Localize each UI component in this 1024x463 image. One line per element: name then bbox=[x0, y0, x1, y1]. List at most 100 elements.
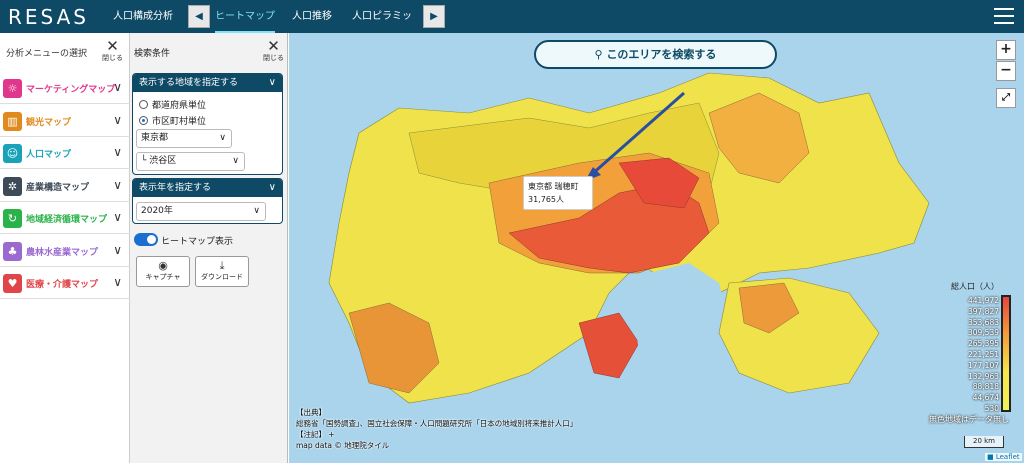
heatmap-map[interactable]: ⚲ このエリアを検索する + − ⤢ 東京都 瑞穂町 31,765人 総人口（人… bbox=[289, 33, 1024, 463]
chevron-down-icon: ∨ bbox=[113, 177, 122, 192]
attribution-line: 【出典】 bbox=[296, 408, 326, 417]
year-select-value: 2020年 bbox=[141, 206, 173, 216]
region-header-label: 表示する地域を指定する bbox=[139, 78, 239, 88]
search-conditions-panel: 検索条件 ✕ 閉じる 表示する地域を指定する ∨ 都道府県単位 市区町村単位 東… bbox=[130, 33, 288, 463]
search-conditions-title: 検索条件 bbox=[134, 49, 171, 59]
chevron-right-icon[interactable]: ▶ bbox=[423, 5, 445, 28]
search-this-area-button[interactable]: ⚲ このエリアを検索する bbox=[534, 40, 777, 69]
lightbulb-icon: ☼ bbox=[3, 79, 22, 98]
close-icon: ✕ bbox=[106, 37, 119, 55]
camera-icon: ◉ bbox=[158, 259, 168, 272]
search-this-area-label: このエリアを検索する bbox=[606, 48, 717, 61]
year-header-label: 表示年を指定する bbox=[139, 183, 212, 193]
legend-value: 132,963 bbox=[967, 371, 999, 381]
legend-value: 353,683 bbox=[967, 317, 999, 327]
radio-prefecture-unit[interactable]: 都道府県単位 bbox=[139, 98, 206, 111]
zoom-in-button[interactable]: + bbox=[996, 40, 1016, 60]
attribution-line: 【注記】 + bbox=[296, 430, 335, 439]
chevron-down-icon: ∨ bbox=[113, 80, 122, 94]
chevron-down-icon: ∨ bbox=[113, 145, 122, 159]
legend-value: 88,818 bbox=[972, 382, 999, 392]
radio-municipality-unit[interactable]: 市区町村単位 bbox=[139, 114, 206, 127]
legend-value: 441,972 bbox=[967, 296, 999, 305]
close-analysis-menu-button[interactable]: ✕ 閉じる bbox=[102, 39, 123, 63]
tab-population-pyramid[interactable]: 人口ピラミッド bbox=[349, 0, 415, 55]
close-icon: ✕ bbox=[267, 37, 280, 55]
chevron-down-icon: ∨ bbox=[113, 275, 122, 289]
region-header[interactable]: 表示する地域を指定する ∨ bbox=[133, 74, 282, 92]
hamburger-menu-icon[interactable] bbox=[994, 8, 1014, 25]
download-label: ダウンロード bbox=[201, 273, 243, 281]
chevron-down-icon: ∨ bbox=[268, 77, 276, 88]
chevron-down-icon: ∨ bbox=[232, 156, 239, 166]
map-canvas bbox=[328, 72, 930, 404]
menu-item-label: 農林水産業マップ bbox=[26, 247, 99, 258]
attribution-line: map data © 地理院タイル bbox=[296, 441, 390, 450]
menu-item-0[interactable]: ☼ マーケティングマップ ∨ bbox=[0, 72, 130, 104]
legend-color-bar bbox=[1001, 295, 1011, 412]
map-attribution: 【出典】総務省「国勢調査」、国立社会保障・人口問題研究所「日本の地域別将来推計人… bbox=[296, 407, 577, 451]
top-navigation-bar: RESAS 人口構成分析 ◀ ヒートマップ 人口推移 人口ピラミッド ▶ bbox=[0, 0, 1024, 55]
heatmap-toggle-label: ヒートマップ表示 bbox=[161, 237, 234, 247]
radio-municipality-label: 市区町村単位 bbox=[152, 117, 207, 127]
close-search-panel-button[interactable]: ✕ 閉じる bbox=[263, 39, 284, 63]
leaflet-link[interactable]: ■ Leaflet bbox=[985, 453, 1022, 461]
map-scale: 20 km bbox=[964, 436, 1004, 448]
chevron-down-icon: ∨ bbox=[113, 112, 122, 127]
chevron-down-icon: ∨ bbox=[113, 210, 122, 224]
tooltip-population: 31,765人 bbox=[528, 195, 564, 204]
people-icon: ☺ bbox=[3, 144, 22, 163]
tab-heatmap[interactable]: ヒートマップ bbox=[215, 0, 275, 33]
municipality-select[interactable]: └ 渋谷区 ∨ bbox=[136, 152, 245, 171]
menu-item-label: 産業構造マップ bbox=[26, 182, 90, 193]
legend-note: 無色地域はデータ無し bbox=[929, 415, 1009, 424]
legend-title: 総人口（人） bbox=[951, 282, 999, 291]
menu-item-label: 人口マップ bbox=[26, 150, 72, 160]
year-header[interactable]: 表示年を指定する ∨ bbox=[133, 179, 282, 197]
legend-value: 221,251 bbox=[967, 349, 999, 359]
chevron-down-icon: ∨ bbox=[219, 133, 226, 143]
chevron-down-icon: ∨ bbox=[268, 182, 276, 193]
year-select[interactable]: 2020年 ∨ bbox=[136, 202, 266, 221]
menu-item-1[interactable]: ▥ 観光マップ ∨ bbox=[0, 105, 130, 137]
gears-icon: ✲ bbox=[3, 176, 22, 196]
download-button[interactable]: ⤓ ダウンロード bbox=[195, 256, 249, 287]
close-label: 閉じる bbox=[263, 54, 284, 62]
tab-population-trend[interactable]: 人口推移 bbox=[285, 0, 339, 33]
menu-item-6[interactable]: ♥ 医療・介護マップ ∨ bbox=[0, 267, 130, 299]
menu-item-label: 医療・介護マップ bbox=[26, 280, 99, 290]
menu-item-2[interactable]: ☺ 人口マップ ∨ bbox=[0, 137, 130, 169]
year-selection-box: 表示年を指定する ∨ 2020年 ∨ bbox=[132, 178, 283, 224]
menu-item-3[interactable]: ✲ 産業構造マップ ∨ bbox=[0, 170, 130, 202]
legend-value: 397,827 bbox=[967, 306, 999, 316]
analysis-menu-sidebar: 分析メニューの選択 ✕ 閉じる ☼ マーケティングマップ ∨ ▥ 観光マップ ∨ ☺ 人口マッ… bbox=[0, 33, 130, 463]
prefecture-select-value: 東京都 bbox=[141, 133, 169, 143]
menu-item-4[interactable]: ↻ 地域経済循環マップ ∨ bbox=[0, 202, 130, 234]
fullscreen-icon[interactable]: ⤢ bbox=[996, 88, 1016, 108]
chevron-left-icon[interactable]: ◀ bbox=[188, 5, 210, 28]
menu-item-5[interactable]: ♣ 農林水産業マップ ∨ bbox=[0, 235, 130, 267]
tab-population-composition[interactable]: 人口構成分析 bbox=[110, 0, 176, 33]
prefecture-select[interactable]: 東京都 ∨ bbox=[136, 129, 232, 148]
legend-value: 44,674 bbox=[972, 393, 999, 403]
attribution-line: 総務省「国勢調査」、国立社会保障・人口問題研究所「日本の地域別将来推計人口」 bbox=[296, 419, 578, 428]
close-label: 閉じる bbox=[102, 54, 123, 62]
menu-item-label: 地域経済循環マップ bbox=[26, 215, 108, 225]
zoom-out-button[interactable]: − bbox=[996, 61, 1016, 81]
menu-item-label: マーケティングマップ bbox=[26, 85, 116, 95]
analysis-menu-title: 分析メニューの選択 bbox=[6, 49, 88, 59]
legend-value: 309,539 bbox=[967, 328, 999, 338]
radio-circle bbox=[139, 100, 148, 109]
capture-button[interactable]: ◉ キャプチャ bbox=[136, 256, 190, 287]
chevron-down-icon: ∨ bbox=[113, 242, 122, 257]
download-icon: ⤓ bbox=[219, 259, 225, 272]
region-selection-box: 表示する地域を指定する ∨ 都道府県単位 市区町村単位 東京都 ∨ └ 渋谷区 ∨ bbox=[132, 73, 283, 175]
region-tooltip: 東京都 瑞穂町 31,765人 bbox=[523, 176, 593, 210]
cycle-icon: ↻ bbox=[3, 209, 22, 228]
region-yokosuka-red bbox=[578, 312, 640, 379]
resas-logo[interactable]: RESAS bbox=[8, 5, 89, 29]
farm-icon: ♣ bbox=[3, 241, 22, 261]
radio-prefecture-label: 都道府県単位 bbox=[152, 101, 207, 111]
menu-item-label: 観光マップ bbox=[26, 117, 72, 128]
heatmap-toggle[interactable] bbox=[134, 233, 158, 246]
